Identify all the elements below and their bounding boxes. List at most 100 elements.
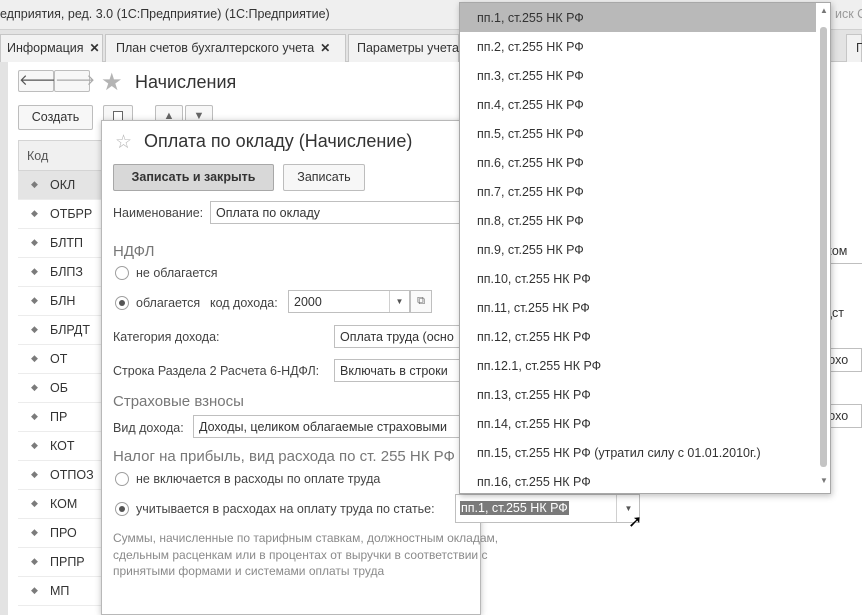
income-type-field[interactable]: Доходы, целиком облагаемые страховыми: [193, 415, 460, 438]
ndfl-taxed-label: облагается: [136, 296, 201, 310]
dropdown-item[interactable]: пп.5, ст.255 НК РФ: [460, 119, 816, 148]
dropdown-item[interactable]: пп.12, ст.255 НК РФ: [460, 322, 816, 351]
open-window-icon: ⧉: [417, 295, 425, 307]
not-included-radio[interactable]: [115, 472, 129, 486]
row-code: МП: [50, 584, 70, 598]
list-row[interactable]: ◆ ПР: [18, 403, 102, 432]
back-button[interactable]: 🡐: [18, 70, 59, 92]
row-code: БЛПЗ: [50, 265, 83, 279]
row-code: КОМ: [50, 497, 78, 511]
tab-more[interactable]: П: [846, 34, 862, 62]
row-marker-icon: ◆: [31, 353, 38, 363]
row-code: БЛРДТ: [50, 323, 91, 337]
dropdown-item[interactable]: пп.4, ст.255 НК РФ: [460, 90, 816, 119]
expense-note: Суммы, начисленные по тарифным ставкам, …: [113, 531, 499, 578]
arrow-right-icon: 🡒: [55, 72, 96, 89]
tab-chart-of-accounts[interactable]: План счетов бухгалтерского учета ✕: [105, 34, 346, 62]
dropdown-item[interactable]: пп.11, ст.255 НК РФ: [460, 293, 816, 322]
expense-article-field[interactable]: пп.1, ст.255 НК РФ ▼: [455, 494, 640, 523]
row-marker-icon: ◆: [31, 527, 38, 537]
list-row[interactable]: ◆ БЛПЗ: [18, 258, 102, 287]
mouse-cursor-icon: ➚: [628, 512, 643, 531]
list-row[interactable]: ◆ ОТБРР: [18, 200, 102, 229]
list-row[interactable]: ◆ ПРО: [18, 519, 102, 548]
close-icon[interactable]: ✕: [90, 41, 100, 55]
row-marker-icon: ◆: [31, 295, 38, 305]
list-row[interactable]: ◆ ОТ: [18, 345, 102, 374]
tab-label: Информация: [7, 41, 84, 55]
save-button[interactable]: Записать: [283, 164, 365, 191]
row-code: ОТБРР: [50, 207, 93, 221]
row-code: ОБ: [50, 381, 68, 395]
row-marker-icon: ◆: [31, 237, 38, 247]
row-code: ПРО: [50, 526, 77, 540]
favorite-star-icon[interactable]: ☆: [115, 131, 132, 154]
list-row[interactable]: ◆ КОТ: [18, 432, 102, 461]
page-title: Начисления: [135, 72, 237, 92]
name-field[interactable]: Оплата по окладу: [210, 201, 460, 224]
row-code: БЛН: [50, 294, 76, 308]
dropdown-item[interactable]: пп.9, ст.255 НК РФ: [460, 235, 816, 264]
row-marker-icon: ◆: [31, 266, 38, 276]
row-marker-icon: ◆: [31, 208, 38, 218]
dropdown-item[interactable]: пп.14, ст.255 НК РФ: [460, 409, 816, 438]
tab-accounting-params[interactable]: Параметры учета: [348, 34, 459, 62]
scroll-down-icon[interactable]: ▼: [818, 476, 830, 485]
list-row[interactable]: ◆ МП: [18, 577, 102, 606]
list-row[interactable]: ◆ БЛРДТ: [18, 316, 102, 345]
tab-info[interactable]: Информация ✕: [0, 34, 103, 62]
row-marker-icon: ◆: [31, 324, 38, 334]
income-code-value: 2000: [294, 295, 322, 309]
dropdown-item[interactable]: пп.8, ст.255 НК РФ: [460, 206, 816, 235]
dropdown-item[interactable]: пп.15, ст.255 НК РФ (утратил силу с 01.0…: [460, 438, 816, 467]
list-row[interactable]: ◆ ОТПОЗ: [18, 461, 102, 490]
dropdown-item[interactable]: пп.2, ст.255 НК РФ: [460, 32, 816, 61]
open-button[interactable]: ⧉: [410, 290, 432, 313]
row-code: ОТ: [50, 352, 68, 366]
favorite-star-icon[interactable]: ★: [101, 68, 123, 97]
scroll-up-icon[interactable]: ▲: [818, 6, 830, 15]
not-included-label: не включается в расходы по оплате труда: [136, 472, 381, 486]
ndfl-not-taxed-radio[interactable]: [115, 266, 129, 280]
dropdown-item[interactable]: пп.10, ст.255 НК РФ: [460, 264, 816, 293]
line-6ndfl-field[interactable]: Включать в строки: [334, 359, 460, 382]
dropdown-item[interactable]: пп.3, ст.255 НК РФ: [460, 61, 816, 90]
included-radio[interactable]: [115, 502, 129, 516]
column-header-code[interactable]: Код: [18, 140, 102, 171]
income-code-dropdown-button[interactable]: ▼: [389, 291, 409, 312]
tab-label: Параметры учета: [357, 41, 459, 55]
search-input[interactable]: иск С: [835, 7, 862, 21]
dropdown-item[interactable]: пп.16, ст.255 НК РФ: [460, 467, 816, 496]
save-and-close-button[interactable]: Записать и закрыть: [113, 164, 274, 191]
row-code: ОКЛ: [50, 178, 76, 192]
dropdown-scrollbar-thumb[interactable]: [820, 27, 827, 467]
income-code-label: код дохода:: [210, 296, 278, 310]
dropdown-item[interactable]: пп.13, ст.255 НК РФ: [460, 380, 816, 409]
row-code: ОТПОЗ: [50, 468, 94, 482]
list-row[interactable]: ◆ КОМ: [18, 490, 102, 519]
ndfl-section-title: НДФЛ: [113, 243, 155, 260]
dropdown-item[interactable]: пп.6, ст.255 НК РФ: [460, 148, 816, 177]
ndfl-not-taxed-label: не облагается: [136, 266, 218, 280]
income-category-field[interactable]: Оплата труда (осно: [334, 325, 460, 348]
row-marker-icon: ◆: [31, 585, 38, 595]
dropdown-item[interactable]: пп.1, ст.255 НК РФ: [460, 3, 816, 32]
list-row[interactable]: ◆ ПРПР: [18, 548, 102, 577]
close-icon[interactable]: ✕: [320, 41, 330, 55]
dropdown-item[interactable]: пп.12.1, ст.255 НК РФ: [460, 351, 816, 380]
list-row[interactable]: ◆ ОБ: [18, 374, 102, 403]
name-label: Наименование:: [113, 206, 204, 220]
list-row[interactable]: ◆ БЛН: [18, 287, 102, 316]
list-row[interactable]: ◆ БЛТП: [18, 229, 102, 258]
list-row[interactable]: ◆ ОКЛ: [18, 171, 102, 200]
row-code: КОТ: [50, 439, 75, 453]
tab-label: П: [856, 41, 862, 55]
forward-button[interactable]: 🡒: [54, 70, 95, 92]
profit-tax-section-title: Налог на прибыль, вид расхода по ст. 255…: [113, 448, 455, 465]
create-button[interactable]: Создать: [18, 105, 93, 130]
row-code: ПРПР: [50, 555, 85, 569]
left-strip: [0, 62, 8, 615]
row-marker-icon: ◆: [31, 469, 38, 479]
dropdown-item[interactable]: пп.7, ст.255 НК РФ: [460, 177, 816, 206]
ndfl-taxed-radio[interactable]: [115, 296, 129, 310]
